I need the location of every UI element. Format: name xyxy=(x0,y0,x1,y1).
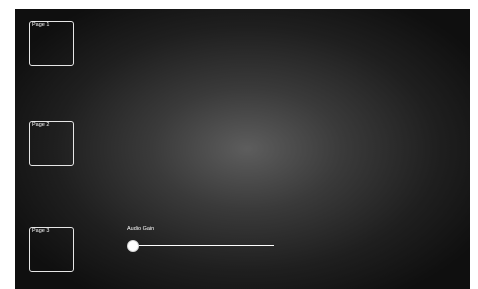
page-1-label: Page 1 xyxy=(32,22,50,28)
page-3-label: Page 3 xyxy=(32,228,50,234)
audio-gain-slider-track[interactable] xyxy=(133,245,274,246)
page-3-button[interactable]: Page 3 xyxy=(29,227,74,272)
main-screen: Page 1 Page 2 Page 3 Audio Gain xyxy=(15,9,470,289)
page-2-button[interactable]: Page 2 xyxy=(29,121,74,166)
page-2-label: Page 2 xyxy=(32,122,50,128)
page-1-button[interactable]: Page 1 xyxy=(29,21,74,66)
audio-gain-slider[interactable] xyxy=(127,240,274,252)
audio-gain-label: Audio Gain xyxy=(127,226,155,232)
audio-gain-slider-thumb[interactable] xyxy=(127,240,139,252)
